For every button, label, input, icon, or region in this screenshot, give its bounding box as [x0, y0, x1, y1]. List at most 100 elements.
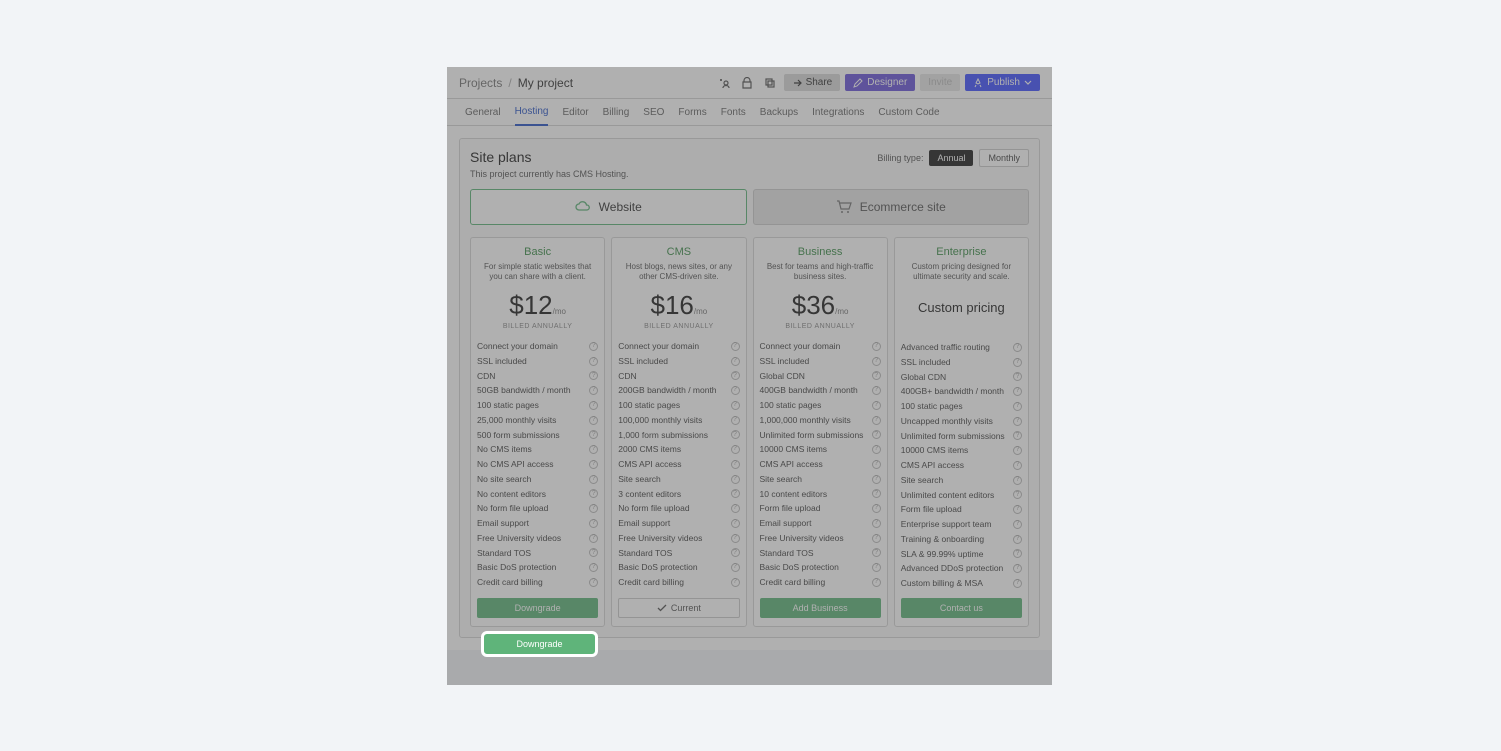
info-icon[interactable]: ?	[589, 386, 598, 395]
info-icon[interactable]: ?	[1013, 549, 1022, 558]
info-icon[interactable]: ?	[872, 460, 881, 469]
info-icon[interactable]: ?	[731, 519, 740, 528]
info-icon[interactable]: ?	[872, 445, 881, 454]
info-icon[interactable]: ?	[731, 416, 740, 425]
lock-icon[interactable]	[738, 74, 756, 92]
publish-button[interactable]: Publish	[965, 74, 1040, 91]
site-type-ecommerce[interactable]: Ecommerce site	[753, 189, 1030, 225]
info-icon[interactable]: ?	[872, 563, 881, 572]
tab-forms[interactable]: Forms	[678, 99, 706, 126]
tab-custom-code[interactable]: Custom Code	[878, 99, 939, 126]
feature-item: Site search?	[760, 473, 881, 486]
info-icon[interactable]: ?	[872, 371, 881, 380]
share-button[interactable]: Share	[784, 74, 841, 91]
info-icon[interactable]: ?	[731, 401, 740, 410]
info-icon[interactable]: ?	[589, 460, 598, 469]
info-icon[interactable]: ?	[731, 445, 740, 454]
info-icon[interactable]: ?	[589, 578, 598, 587]
info-icon[interactable]: ?	[589, 401, 598, 410]
info-icon[interactable]: ?	[872, 342, 881, 351]
feature-text: Advanced traffic routing	[901, 341, 990, 354]
plan-button-basic[interactable]: Downgrade	[477, 598, 598, 618]
billing-monthly[interactable]: Monthly	[979, 149, 1029, 167]
info-icon[interactable]: ?	[589, 475, 598, 484]
invite-button[interactable]: Invite	[920, 74, 960, 91]
info-icon[interactable]: ?	[1013, 564, 1022, 573]
info-icon[interactable]: ?	[1013, 461, 1022, 470]
breadcrumb-root[interactable]: Projects	[459, 76, 502, 90]
plan-price: $36/mo	[760, 290, 881, 321]
info-icon[interactable]: ?	[872, 401, 881, 410]
info-icon[interactable]: ?	[731, 342, 740, 351]
tab-fonts[interactable]: Fonts	[721, 99, 746, 126]
info-icon[interactable]: ?	[1013, 417, 1022, 426]
info-icon[interactable]: ?	[589, 504, 598, 513]
info-icon[interactable]: ?	[872, 416, 881, 425]
info-icon[interactable]: ?	[589, 357, 598, 366]
info-icon[interactable]: ?	[731, 386, 740, 395]
feature-item: 50GB bandwidth / month?	[477, 384, 598, 397]
info-icon[interactable]: ?	[589, 430, 598, 439]
site-type-website[interactable]: Website	[470, 189, 747, 225]
info-icon[interactable]: ?	[731, 475, 740, 484]
info-icon[interactable]: ?	[872, 578, 881, 587]
info-icon[interactable]: ?	[872, 475, 881, 484]
tab-integrations[interactable]: Integrations	[812, 99, 864, 126]
info-icon[interactable]: ?	[872, 519, 881, 528]
info-icon[interactable]: ?	[589, 563, 598, 572]
info-icon[interactable]: ?	[731, 578, 740, 587]
info-icon[interactable]: ?	[1013, 520, 1022, 529]
tab-hosting[interactable]: Hosting	[515, 99, 549, 126]
info-icon[interactable]: ?	[731, 357, 740, 366]
info-icon[interactable]: ?	[589, 489, 598, 498]
info-icon[interactable]: ?	[589, 445, 598, 454]
add-collaborator-icon[interactable]	[715, 74, 733, 92]
info-icon[interactable]: ?	[731, 548, 740, 557]
info-icon[interactable]: ?	[1013, 343, 1022, 352]
feature-item: 100 static pages?	[477, 399, 598, 412]
info-icon[interactable]: ?	[731, 489, 740, 498]
tab-general[interactable]: General	[465, 99, 501, 126]
info-icon[interactable]: ?	[1013, 476, 1022, 485]
info-icon[interactable]: ?	[872, 534, 881, 543]
info-icon[interactable]: ?	[589, 534, 598, 543]
info-icon[interactable]: ?	[731, 371, 740, 380]
info-icon[interactable]: ?	[872, 357, 881, 366]
info-icon[interactable]: ?	[1013, 431, 1022, 440]
info-icon[interactable]: ?	[872, 489, 881, 498]
info-icon[interactable]: ?	[1013, 505, 1022, 514]
info-icon[interactable]: ?	[731, 563, 740, 572]
info-icon[interactable]: ?	[1013, 372, 1022, 381]
tab-seo[interactable]: SEO	[643, 99, 664, 126]
info-icon[interactable]: ?	[731, 504, 740, 513]
tab-backups[interactable]: Backups	[760, 99, 798, 126]
copy-icon[interactable]	[761, 74, 779, 92]
info-icon[interactable]: ?	[1013, 446, 1022, 455]
info-icon[interactable]: ?	[872, 386, 881, 395]
info-icon[interactable]: ?	[731, 460, 740, 469]
info-icon[interactable]: ?	[872, 548, 881, 557]
info-icon[interactable]: ?	[1013, 490, 1022, 499]
info-icon[interactable]: ?	[1013, 358, 1022, 367]
info-icon[interactable]: ?	[589, 519, 598, 528]
info-icon[interactable]: ?	[589, 416, 598, 425]
info-icon[interactable]: ?	[1013, 579, 1022, 588]
plan-button-enterprise[interactable]: Contact us	[901, 598, 1022, 618]
plan-button-business[interactable]: Add Business	[760, 598, 881, 618]
info-icon[interactable]: ?	[731, 430, 740, 439]
designer-button[interactable]: Designer	[845, 74, 915, 91]
publish-label: Publish	[987, 77, 1020, 88]
info-icon[interactable]: ?	[1013, 402, 1022, 411]
plan-button-cms[interactable]: Current	[618, 598, 739, 618]
info-icon[interactable]: ?	[872, 430, 881, 439]
info-icon[interactable]: ?	[872, 504, 881, 513]
info-icon[interactable]: ?	[589, 371, 598, 380]
info-icon[interactable]: ?	[1013, 535, 1022, 544]
billing-annual[interactable]: Annual	[929, 150, 973, 166]
tab-billing[interactable]: Billing	[603, 99, 630, 126]
tab-editor[interactable]: Editor	[562, 99, 588, 126]
info-icon[interactable]: ?	[1013, 387, 1022, 396]
info-icon[interactable]: ?	[589, 342, 598, 351]
info-icon[interactable]: ?	[589, 548, 598, 557]
info-icon[interactable]: ?	[731, 534, 740, 543]
